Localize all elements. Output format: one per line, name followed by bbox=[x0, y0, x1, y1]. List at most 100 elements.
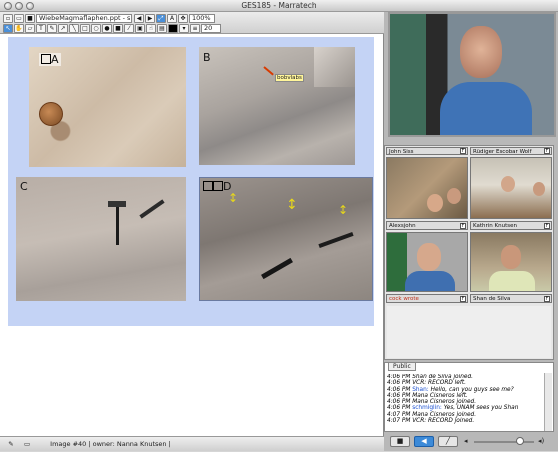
microphone-icon[interactable]: ╱ bbox=[438, 436, 458, 447]
filled-ellipse-icon[interactable]: ● bbox=[102, 24, 112, 33]
flag-icon[interactable]: F bbox=[544, 148, 550, 154]
filled-rectangle-icon[interactable]: ■ bbox=[113, 24, 123, 33]
chat-log[interactable]: 4:06 PM Shan de Silva joined. 4:06 PM VCR… bbox=[387, 374, 542, 431]
text-style-icon[interactable]: A bbox=[167, 14, 177, 23]
title-bar: GES185 - Marratech bbox=[0, 0, 558, 12]
volume-slider-thumb[interactable] bbox=[516, 437, 524, 445]
panel-b-label: B bbox=[203, 51, 211, 64]
chat-message: 4:07 PM VCR: RECORD joined. bbox=[387, 418, 542, 424]
volume-slider[interactable] bbox=[474, 441, 534, 443]
fill-icon[interactable]: ▣ bbox=[135, 24, 145, 33]
document-select[interactable]: WiebeMagmaflaphen.ppt - sli... bbox=[36, 14, 132, 23]
line-width-icon[interactable]: ≡ bbox=[190, 24, 200, 33]
participant-tile[interactable]: Alexsjohn F bbox=[386, 221, 468, 230]
participant-tile[interactable]: Rüdiger Escobar Wolf F bbox=[470, 147, 552, 155]
photo-panel-a: A bbox=[29, 47, 186, 167]
color-picker-icon[interactable] bbox=[168, 24, 178, 33]
slide: A B bobvlabs C ↕ ↕ ↕ D bbox=[8, 37, 374, 326]
pencil-icon[interactable]: ✎ bbox=[4, 437, 18, 452]
video-panel: John Siss F Rüdiger Escobar Wolf F Alexs… bbox=[384, 12, 558, 451]
participant-tile[interactable]: Kathrin Knutsen F bbox=[470, 221, 552, 230]
yellow-arrow-icon: ↕ bbox=[228, 191, 239, 205]
text-tool-icon[interactable]: T bbox=[36, 24, 46, 33]
chat-text: Shan de Silva joined. bbox=[412, 374, 473, 380]
face-image bbox=[417, 243, 441, 271]
chat-time: 4:06 PM bbox=[387, 392, 413, 399]
pen-icon[interactable]: ✎ bbox=[47, 24, 57, 33]
hand-icon[interactable]: ✋ bbox=[14, 24, 24, 33]
pen-size-select[interactable]: 20 bbox=[201, 24, 221, 33]
flag-icon[interactable]: F bbox=[460, 296, 466, 302]
whiteboard-toolbar: ▫ ▭ ■ WiebeMagmaflaphen.ppt - sli... ◀ ▶… bbox=[0, 12, 384, 34]
annotation-note: bobvlabs bbox=[275, 74, 304, 82]
chat-sender: schmiglin: bbox=[412, 405, 444, 412]
participant-tile[interactable]: cock wrote F bbox=[386, 294, 468, 303]
fit-page-icon[interactable]: ⤢ bbox=[156, 14, 166, 23]
panel-c-label: C bbox=[20, 180, 28, 193]
chat-time: 4:07 PM bbox=[387, 418, 413, 425]
participant-name: cock wrote bbox=[389, 296, 419, 302]
participant-video[interactable] bbox=[470, 157, 552, 219]
flag-icon[interactable]: F bbox=[460, 148, 466, 154]
chat-text: Mana Cisneros left. bbox=[412, 392, 468, 399]
coin-image bbox=[39, 102, 63, 126]
previous-page-icon[interactable]: ◀ bbox=[134, 14, 144, 23]
arrow-line-icon[interactable]: ↗ bbox=[58, 24, 68, 33]
chat-text: VCR: RECORD joined. bbox=[412, 418, 475, 425]
status-text: Image #40 | owner: Nanna Knutsen | bbox=[50, 440, 171, 448]
close-window-button[interactable] bbox=[4, 2, 12, 10]
new-page-icon[interactable]: ▫ bbox=[3, 14, 13, 23]
tab-public[interactable]: Public bbox=[388, 362, 416, 371]
minimize-window-button[interactable] bbox=[15, 2, 23, 10]
toolbar-row-bottom: ↖ ✋ ▱ T ✎ ↗ ╲ □ ○ ● ■ ⁄ ▣ ☝ ▤ ▾ ≡ 20 bbox=[3, 23, 223, 34]
rectangle-icon[interactable]: □ bbox=[80, 24, 90, 33]
chat-text: Mana Cisneros joined. bbox=[412, 411, 477, 418]
camera-icon[interactable]: ■ bbox=[390, 436, 410, 447]
select-arrow-icon[interactable]: ↖ bbox=[3, 24, 13, 33]
empty-grid-area bbox=[387, 306, 551, 358]
flag-icon[interactable]: F bbox=[544, 296, 550, 302]
main-video[interactable] bbox=[388, 12, 556, 137]
participant-tile[interactable]: Shan de Silva F bbox=[470, 294, 552, 303]
shirt-image bbox=[489, 271, 535, 291]
flag-icon[interactable]: F bbox=[460, 223, 466, 229]
stamp-icon[interactable]: ▤ bbox=[157, 24, 167, 33]
eyedropper-icon[interactable]: ⁄ bbox=[124, 24, 134, 33]
move-icon[interactable]: ✥ bbox=[178, 14, 188, 23]
chat-time: 4:06 PM bbox=[387, 399, 413, 406]
chat-scrollbar[interactable] bbox=[544, 373, 552, 431]
checkbox-icon bbox=[41, 54, 51, 64]
whiteboard-canvas[interactable]: A B bobvlabs C ↕ ↕ ↕ D bbox=[0, 34, 384, 436]
chat-text: VCR: RECORD left. bbox=[412, 380, 467, 387]
participant-name: John Siss bbox=[389, 149, 414, 155]
participant-tile[interactable]: John Siss F bbox=[386, 147, 468, 155]
open-folder-icon[interactable]: ▭ bbox=[14, 14, 24, 23]
next-page-icon[interactable]: ▶ bbox=[145, 14, 155, 23]
chat-time: 4:06 PM bbox=[387, 380, 413, 387]
photo-panel-b: B bobvlabs bbox=[199, 47, 355, 165]
dark-streak-image bbox=[261, 257, 293, 280]
annotation-arrow-icon bbox=[263, 66, 274, 76]
zoom-select[interactable]: 100% bbox=[189, 14, 215, 23]
pointer-icon[interactable]: ☝ bbox=[146, 24, 156, 33]
speaker-icon[interactable]: ◀ bbox=[414, 436, 434, 447]
yellow-arrow-icon: ↕ bbox=[286, 197, 298, 213]
line-icon[interactable]: ╲ bbox=[69, 24, 79, 33]
chat-time: 4:06 PM bbox=[387, 386, 413, 393]
panel-a-label: A bbox=[39, 53, 61, 66]
photo-panel-c: C bbox=[16, 177, 186, 301]
eraser-icon[interactable]: ▱ bbox=[25, 24, 35, 33]
ellipse-icon[interactable]: ○ bbox=[91, 24, 101, 33]
page-icon[interactable]: ▭ bbox=[20, 437, 34, 452]
chat-time: 4:06 PM bbox=[387, 374, 413, 380]
save-icon[interactable]: ■ bbox=[25, 14, 35, 23]
flag-icon[interactable]: F bbox=[544, 223, 550, 229]
panel-a-letter: A bbox=[51, 53, 59, 66]
dark-vein-image bbox=[139, 199, 165, 219]
participant-video[interactable] bbox=[470, 232, 552, 292]
color-swatch-icon[interactable]: ▾ bbox=[179, 24, 189, 33]
participant-video[interactable] bbox=[386, 157, 468, 219]
speaker-face-image bbox=[460, 26, 502, 78]
participant-video[interactable] bbox=[386, 232, 468, 292]
zoom-window-button[interactable] bbox=[26, 2, 34, 10]
